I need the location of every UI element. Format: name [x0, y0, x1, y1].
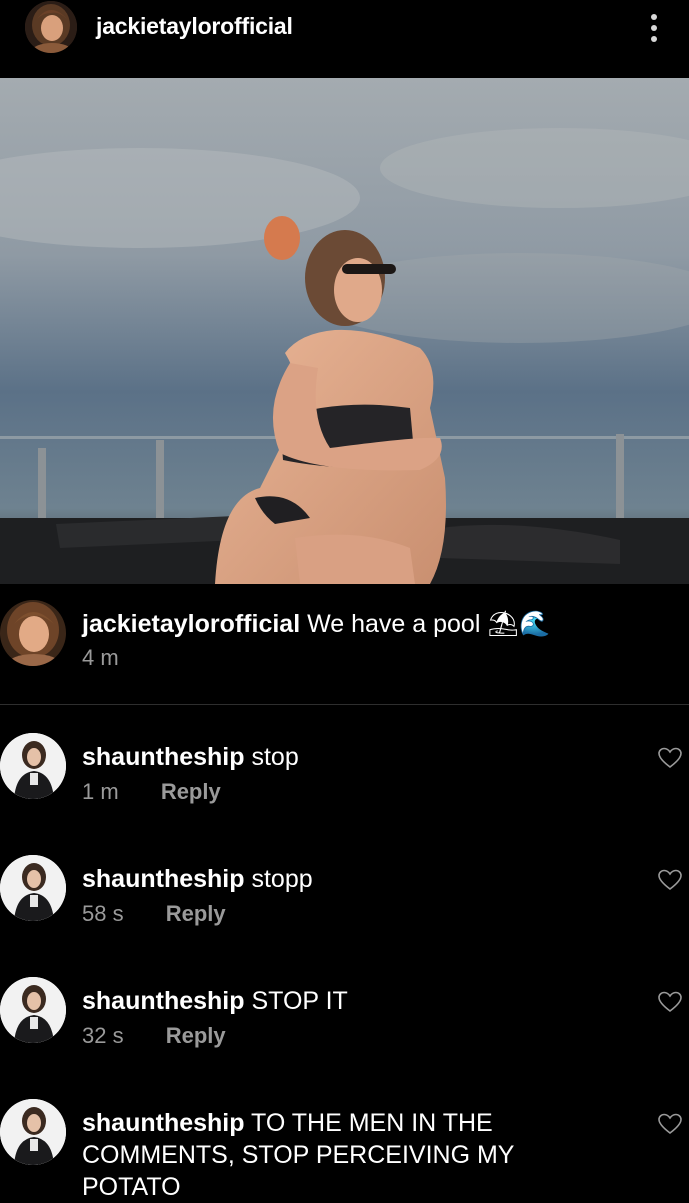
post-header: jackietaylorofficial	[0, 0, 689, 78]
avatar-photo	[0, 733, 66, 799]
avatar-photo	[0, 855, 66, 921]
reply-button[interactable]: Reply	[161, 779, 221, 804]
comment-item: shauntheship STOP IT 32 s Reply	[0, 977, 689, 1087]
comment-avatar[interactable]	[0, 855, 66, 921]
comment-item: shauntheship stopp 58 s Reply	[0, 855, 689, 965]
comment-username[interactable]: shauntheship	[82, 743, 245, 771]
caption-emojis: ⛱🌊	[487, 610, 551, 638]
comment-meta: 1 m Reply	[82, 779, 221, 805]
comment-text: shauntheship STOP IT	[82, 985, 622, 1017]
caption-username[interactable]: jackietaylorofficial	[82, 610, 300, 638]
heart-icon[interactable]	[658, 991, 682, 1013]
avatar-photo	[0, 977, 66, 1043]
comment-body: stopp	[251, 865, 313, 893]
avatar-photo	[25, 1, 77, 53]
comment-text: shauntheship stop	[82, 741, 622, 773]
comment-meta: 58 s Reply	[82, 901, 226, 927]
caption-text: jackietaylorofficial We have a pool ⛱🌊	[82, 610, 550, 639]
profile-avatar[interactable]	[25, 1, 77, 53]
comment-avatar[interactable]	[0, 733, 66, 799]
avatar-photo	[0, 600, 66, 666]
comment-timestamp: 32 s	[82, 1023, 124, 1048]
more-options-button[interactable]	[640, 8, 668, 48]
avatar-photo	[0, 1099, 66, 1165]
comment-text: shauntheship stopp	[82, 863, 622, 895]
reply-button[interactable]: Reply	[166, 1023, 226, 1048]
post-photo[interactable]	[0, 78, 689, 584]
comment-username[interactable]: shauntheship	[82, 1109, 245, 1137]
more-dot	[651, 25, 657, 31]
caption-avatar[interactable]	[0, 600, 66, 666]
caption-body: We have a pool	[307, 610, 481, 638]
more-vertical-icon	[651, 14, 657, 20]
comment-timestamp: 58 s	[82, 901, 124, 926]
divider	[0, 704, 689, 705]
comment-body: stop	[251, 743, 299, 771]
comment-avatar[interactable]	[0, 1099, 66, 1165]
comment-timestamp: 1 m	[82, 779, 119, 804]
post-username[interactable]: jackietaylorofficial	[96, 13, 293, 40]
pool-photo-image	[0, 78, 689, 584]
post-caption: jackietaylorofficial We have a pool ⛱🌊 4…	[0, 584, 689, 706]
comment-meta: 32 s Reply	[82, 1023, 226, 1049]
heart-icon[interactable]	[658, 1113, 682, 1135]
comment-text: shauntheship TO THE MEN IN THE COMMENTS,…	[82, 1107, 532, 1203]
heart-icon[interactable]	[658, 869, 682, 891]
heart-icon[interactable]	[658, 747, 682, 769]
caption-timestamp: 4 m	[82, 645, 119, 670]
comment-avatar[interactable]	[0, 977, 66, 1043]
reply-button[interactable]: Reply	[166, 901, 226, 926]
more-dot	[651, 36, 657, 42]
comment-item: shauntheship stop 1 m Reply	[0, 733, 689, 843]
comment-body: STOP IT	[251, 987, 348, 1015]
comment-username[interactable]: shauntheship	[82, 987, 245, 1015]
comment-username[interactable]: shauntheship	[82, 865, 245, 893]
comment-item: shauntheship TO THE MEN IN THE COMMENTS,…	[0, 1099, 689, 1203]
